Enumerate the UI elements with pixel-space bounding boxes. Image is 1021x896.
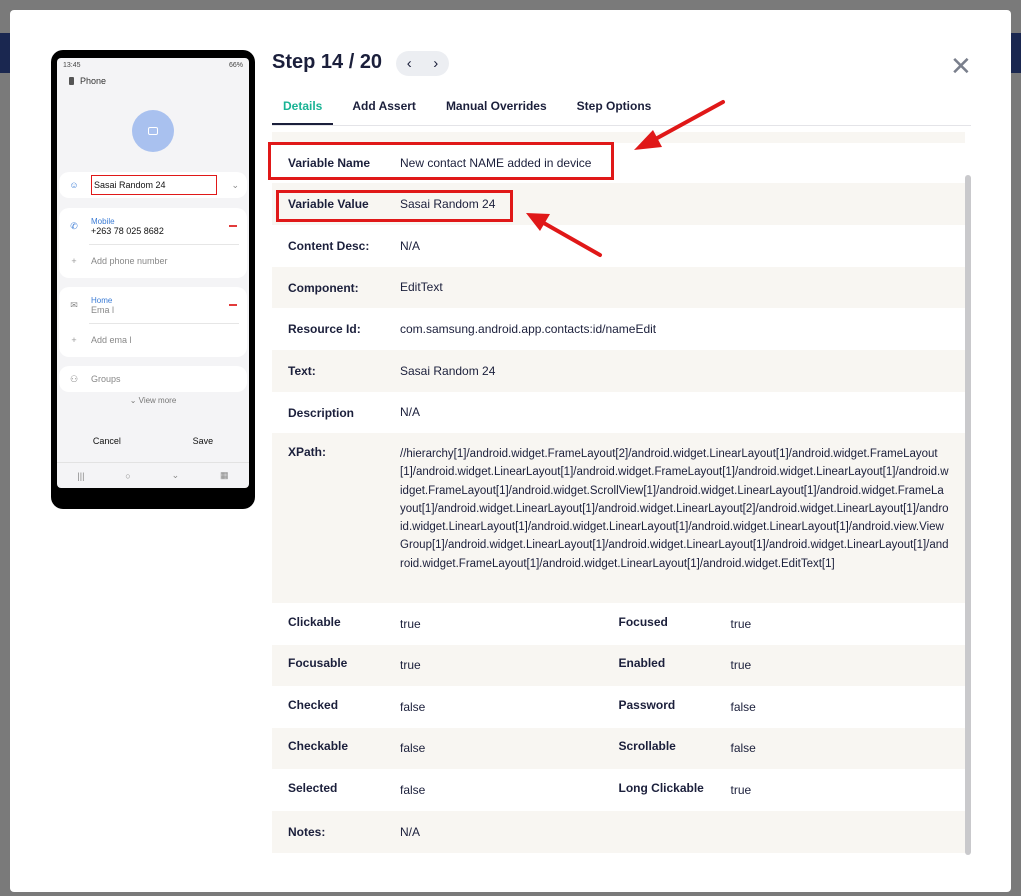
annotation-arrows	[526, 100, 725, 257]
arrow-to-variable-name	[634, 100, 725, 150]
background-nav-strip-right	[1011, 33, 1021, 73]
background-nav-strip	[0, 33, 10, 73]
step-details-modal: 13:45 66% Phone ☺ Sasai Random 24 ⌄ ✆ Mo…	[10, 10, 1011, 892]
arrow-to-variable-value	[526, 213, 602, 257]
